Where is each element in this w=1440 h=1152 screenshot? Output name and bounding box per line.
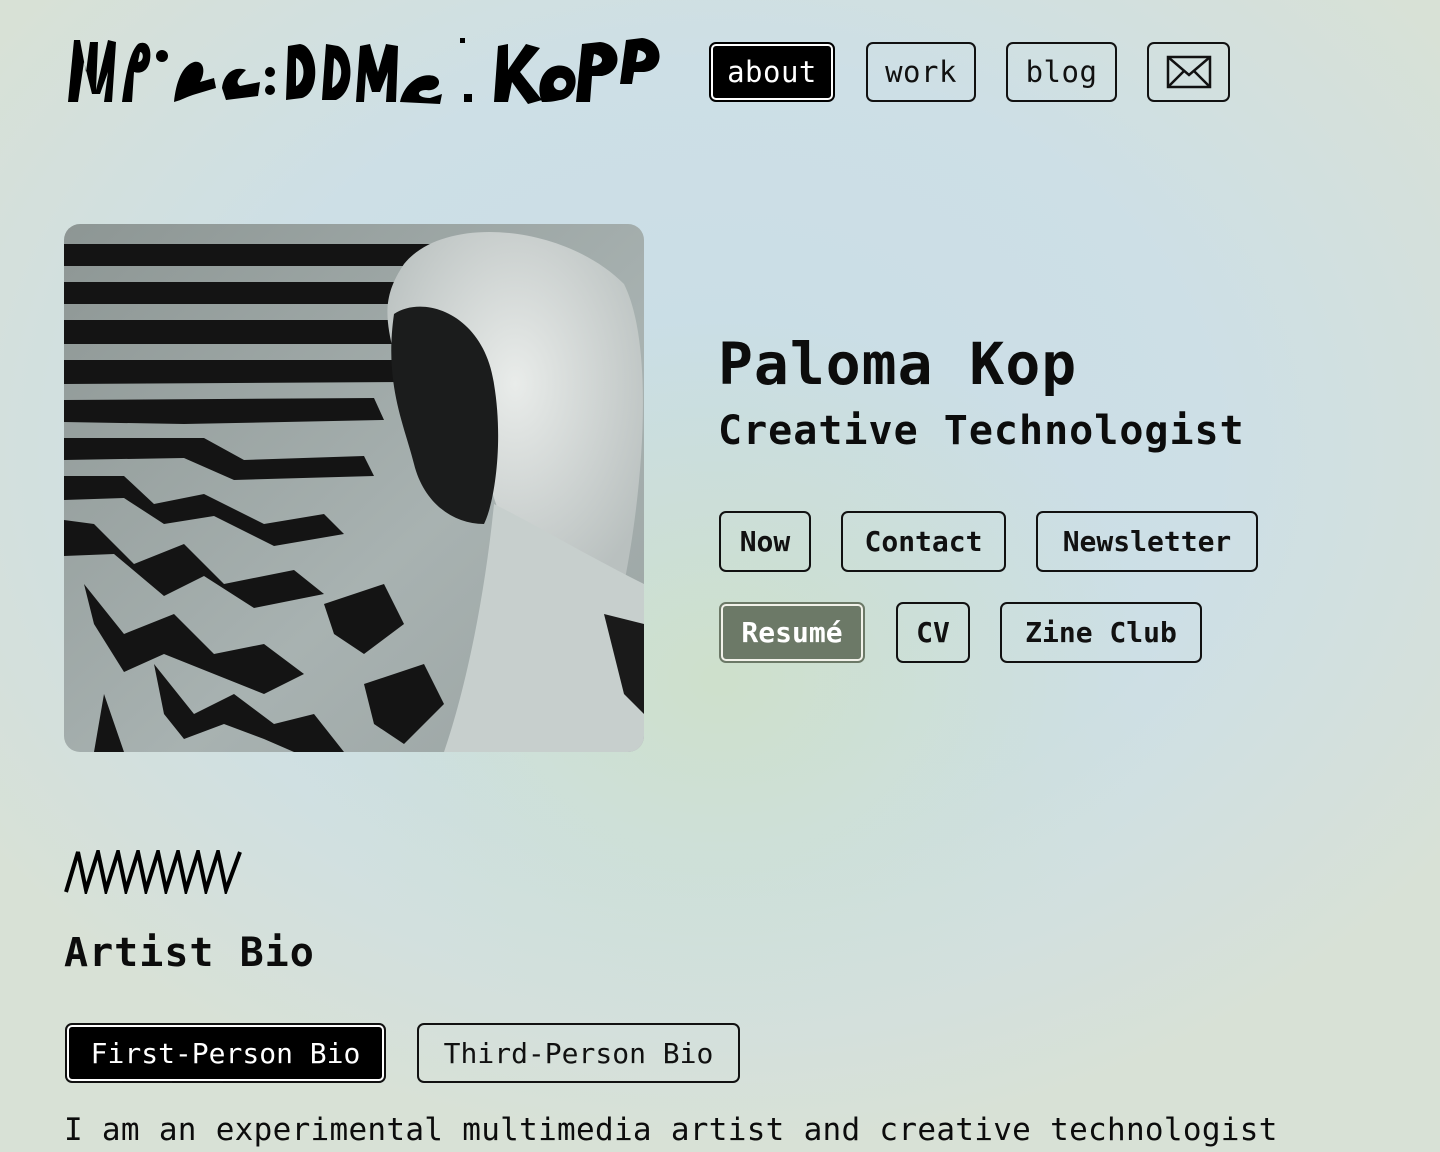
- profile-name: Paloma Kop: [718, 330, 1078, 398]
- nav-blog[interactable]: blog: [1006, 42, 1117, 102]
- link-resume[interactable]: Resumé: [719, 602, 865, 663]
- zigzag-icon: [64, 850, 242, 894]
- profile-photo: [64, 224, 644, 752]
- profile-role: Creative Technologist: [718, 408, 1245, 454]
- link-zine-club[interactable]: Zine Club: [1000, 602, 1202, 663]
- tab-third-person-bio[interactable]: Third-Person Bio: [417, 1023, 740, 1083]
- link-contact[interactable]: Contact: [841, 511, 1006, 572]
- envelope-icon: [1166, 55, 1211, 89]
- nav-work[interactable]: work: [866, 42, 976, 102]
- link-cv[interactable]: CV: [896, 602, 970, 663]
- nav-about[interactable]: about: [709, 42, 835, 102]
- site-logo[interactable]: [64, 32, 664, 112]
- section-title-artist-bio: Artist Bio: [64, 930, 315, 976]
- tab-first-person-bio[interactable]: First-Person Bio: [65, 1023, 386, 1083]
- link-newsletter[interactable]: Newsletter: [1036, 511, 1258, 572]
- mail-button[interactable]: [1147, 42, 1230, 102]
- bio-text: I am an experimental multimedia artist a…: [64, 1112, 1278, 1148]
- link-now[interactable]: Now: [719, 511, 811, 572]
